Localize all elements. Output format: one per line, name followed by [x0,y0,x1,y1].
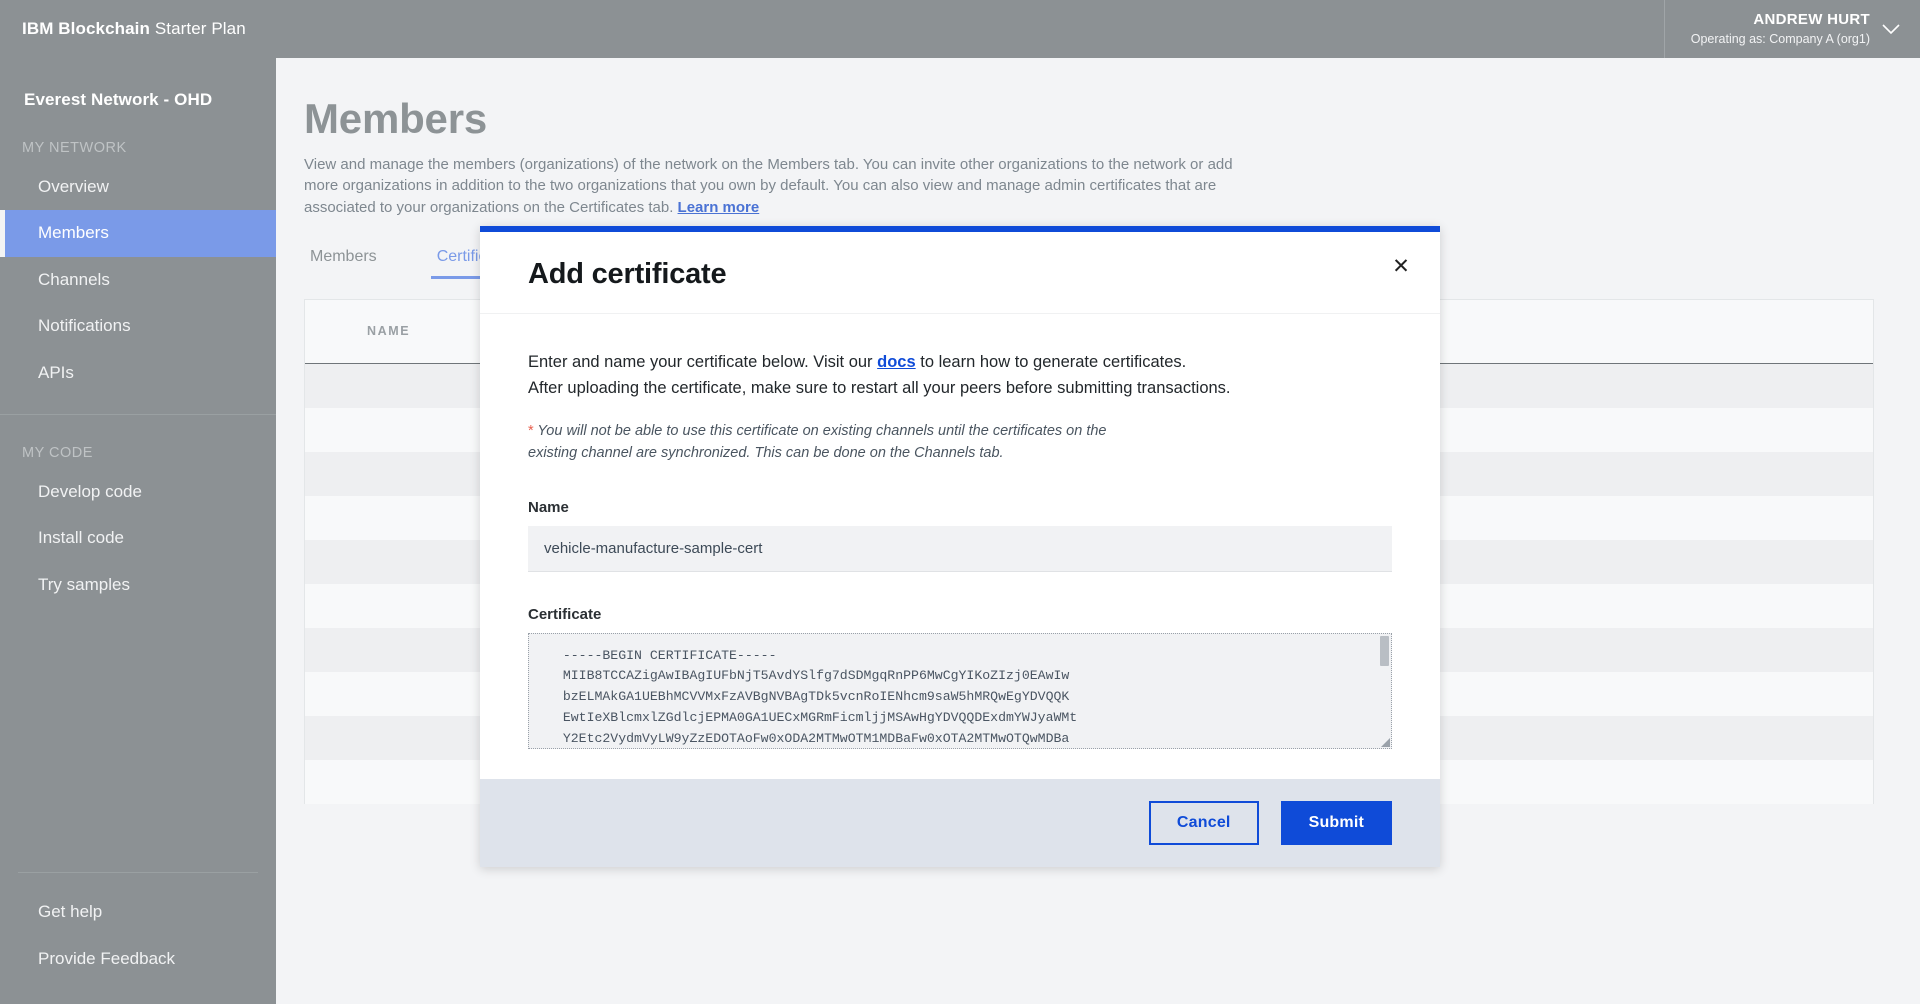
sidebar-bottom-divider [18,872,258,874]
user-name: ANDREW HURT [1753,10,1870,28]
table-column-name: NAME [367,324,411,339]
sidebar-item-label: Notifications [38,316,131,336]
close-icon[interactable]: ✕ [1388,254,1414,280]
sidebar-item-label: Members [38,223,109,243]
sidebar-item-channels[interactable]: Channels [0,257,276,303]
sidebar-item-develop-code[interactable]: Develop code [0,469,276,515]
modal-body: Enter and name your certificate below. V… [480,314,1440,779]
user-menu-text: ANDREW HURT Operating as: Company A (org… [1691,11,1870,47]
sidebar-item-label: Install code [38,528,124,548]
brand-strong: Blockchain [58,19,150,38]
add-certificate-modal: Add certificate ✕ Enter and name your ce… [480,226,1440,867]
sidebar-item-apis[interactable]: APIs [0,350,276,396]
certificate-field-label: Certificate [528,605,602,623]
modal-intro-pre: Enter and name your certificate below. V… [528,353,878,371]
app-brand: IBM Blockchain Starter Plan [0,19,246,39]
sidebar-item-members[interactable]: Members [0,210,276,258]
sidebar-item-try-samples[interactable]: Try samples [0,562,276,608]
docs-link[interactable]: docs [877,353,916,371]
submit-button[interactable]: Submit [1280,800,1392,845]
user-operating-as: Operating as: Company A (org1) [1690,31,1870,46]
sidebar-item-label: Overview [38,177,109,196]
certificate-textarea-wrapper: -----BEGIN CERTIFICATE----- MIIB8TCCAZig… [528,632,1392,749]
sidebar-item-label: APIs [38,362,74,382]
learn-more-link[interactable]: Learn more [678,199,760,216]
name-field-label: Name [528,498,569,516]
page-description-text: View and manage the members (organizatio… [304,156,1233,216]
tab-members[interactable]: Members [304,240,383,279]
page-title: Members [304,95,488,142]
modal-warning-text: You will not be able to use this certifi… [528,423,1107,461]
sidebar-item-label: Get help [38,902,103,922]
chevron-down-icon [1882,22,1900,40]
certificate-scrollbar-thumb[interactable] [1380,635,1389,666]
modal-header: Add certificate ✕ [480,232,1440,314]
brand-suffix: Starter Plan [150,19,246,38]
modal-intro-line-2: After uploading the certificate, make su… [528,378,1231,397]
page-description: View and manage the members (organizatio… [276,140,1236,218]
user-menu[interactable]: ANDREW HURT Operating as: Company A (org… [1663,0,1920,58]
cancel-button[interactable]: Cancel [1148,800,1259,845]
modal-intro-post: to learn how to generate certificates. [915,353,1187,371]
modal-intro-line-1: Enter and name your certificate below. V… [528,350,1392,376]
sidebar-item-get-help[interactable]: Get help [0,889,276,935]
certificate-textarea[interactable]: -----BEGIN CERTIFICATE----- MIIB8TCCAZig… [529,633,1391,748]
name-input[interactable] [528,525,1392,572]
textarea-resize-handle[interactable] [1379,736,1391,748]
network-title: Everest Network - OHD [24,90,213,109]
modal-warning-note: * You will not be able to use this certi… [528,421,1128,465]
sidebar-item-label: Provide Feedback [38,948,176,968]
sidebar-item-provide-feedback[interactable]: Provide Feedback [0,936,276,982]
sidebar-item-label: Develop code [38,481,142,501]
modal-footer: Cancel Submit [480,778,1440,867]
modal-title: Add certificate [528,258,727,290]
sidebar-item-install-code[interactable]: Install code [0,515,276,561]
sidebar-item-label: Channels [38,269,110,289]
sidebar: Everest Network - OHD MY NETWORK Overvie… [0,58,276,1004]
sidebar-item-label: Try samples [38,574,130,594]
sidebar-item-notifications[interactable]: Notifications [0,303,276,349]
app-top-bar: IBM Blockchain Starter Plan ANDREW HURT … [0,0,1920,58]
sidebar-group-my-code: MY CODE [22,444,93,461]
brand-prefix: IBM [22,19,59,38]
sidebar-group-my-network: MY NETWORK [22,140,127,156]
sidebar-item-overview[interactable]: Overview [0,164,276,210]
sidebar-bottom-nav: Get help Provide Feedback [0,872,276,982]
